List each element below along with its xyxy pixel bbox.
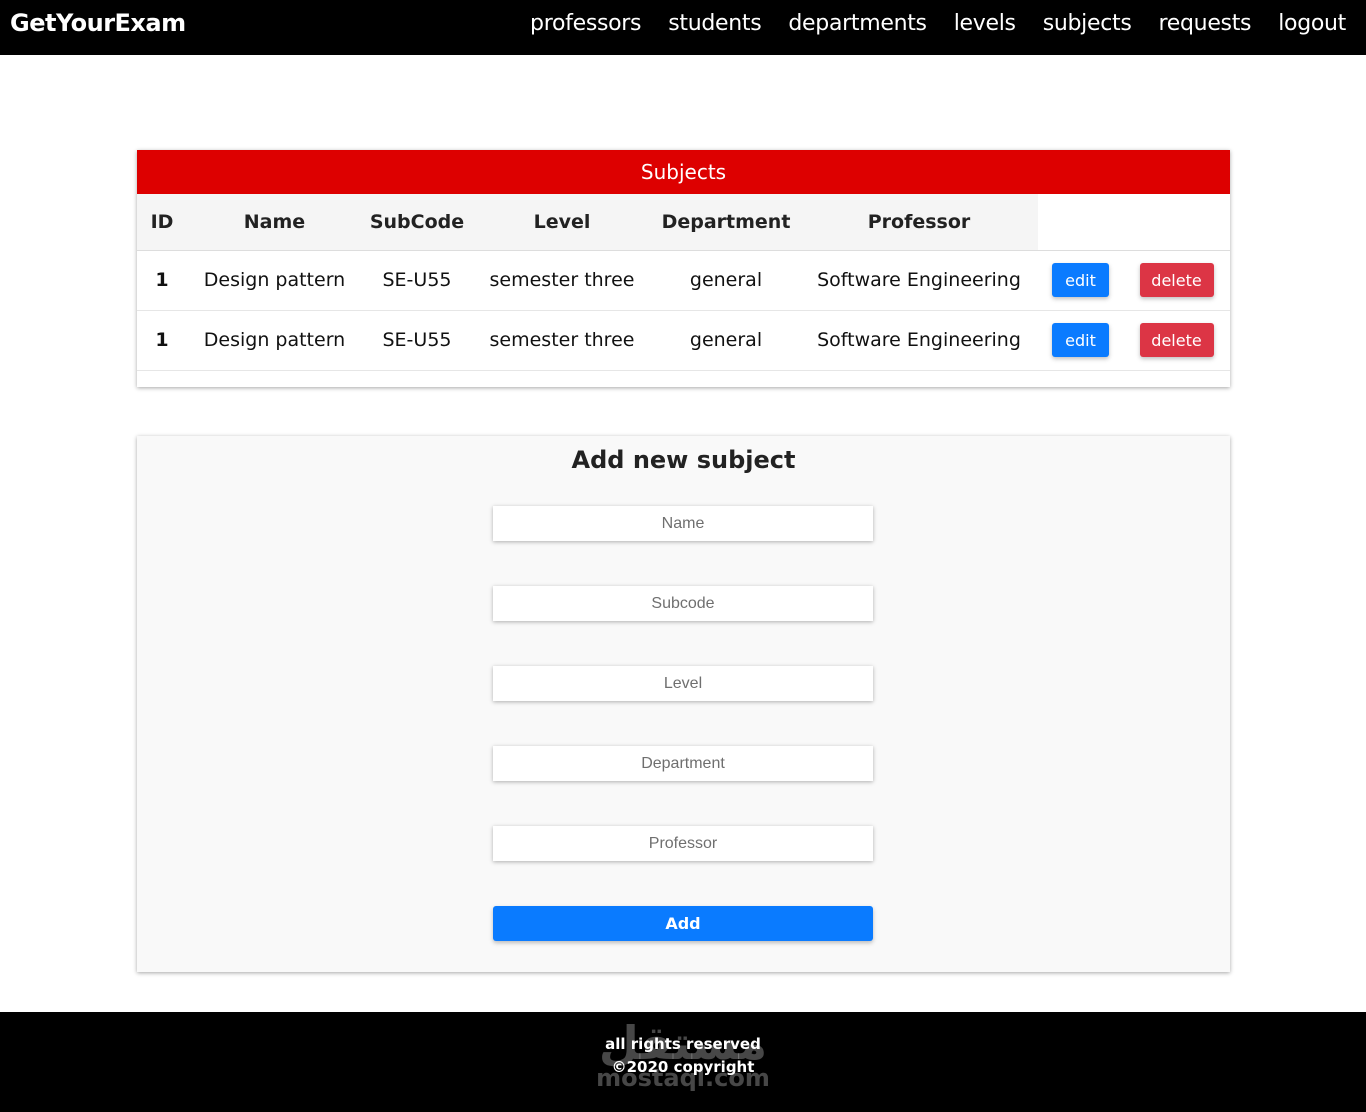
subjects-table-card: Subjects ID Name SubCode Level Departmen… <box>137 150 1230 387</box>
nav-link-levels[interactable]: levels <box>954 11 1016 36</box>
footer-copyright: ©2020 copyright <box>611 1058 755 1076</box>
subjects-table-title: Subjects <box>137 150 1230 194</box>
add-subject-title: Add new subject <box>571 446 796 474</box>
cell-id: 1 <box>137 250 187 311</box>
cell-edit: edit <box>1038 250 1123 311</box>
nav-link-subjects[interactable]: subjects <box>1043 11 1132 36</box>
cell-subcode: SE-U55 <box>362 310 472 371</box>
cell-subcode: SE-U55 <box>362 250 472 311</box>
add-button[interactable]: Add <box>493 906 873 941</box>
nav-link-professors[interactable]: professors <box>530 11 641 36</box>
header-department: Department <box>652 194 800 251</box>
edit-button[interactable]: edit <box>1052 263 1109 297</box>
edit-button[interactable]: edit <box>1052 323 1109 357</box>
cell-department: general <box>652 250 800 311</box>
top-navbar: GetYourExam professors students departme… <box>0 0 1366 55</box>
cell-id: 1 <box>137 310 187 371</box>
delete-button[interactable]: delete <box>1139 323 1214 357</box>
subcode-input[interactable] <box>493 586 873 621</box>
brand-logo[interactable]: GetYourExam <box>10 9 186 37</box>
header-name: Name <box>187 194 362 251</box>
footer-rights: all rights reserved <box>605 1035 761 1053</box>
table-row: 1 Design pattern SE-U55 semester three g… <box>137 310 1230 371</box>
header-subcode: SubCode <box>362 194 472 251</box>
header-delete-blank <box>1123 194 1230 251</box>
table-row: 1 Design pattern SE-U55 semester three g… <box>137 250 1230 311</box>
cell-department: general <box>652 310 800 371</box>
subjects-table: ID Name SubCode Level Department Profess… <box>137 194 1230 371</box>
cell-name: Design pattern <box>187 250 362 311</box>
professor-input[interactable] <box>493 826 873 861</box>
cell-edit: edit <box>1038 310 1123 371</box>
page-footer: مستقل mostaql.com all rights reserved ©2… <box>0 1012 1366 1112</box>
delete-button[interactable]: delete <box>1139 263 1214 297</box>
nav-link-requests[interactable]: requests <box>1159 11 1252 36</box>
add-subject-card: Add new subject Add <box>137 436 1230 972</box>
department-input[interactable] <box>493 746 873 781</box>
header-level: Level <box>472 194 652 251</box>
watermark-logo: مستقل mostaql.com <box>0 1020 1366 1090</box>
level-input[interactable] <box>493 666 873 701</box>
cell-name: Design pattern <box>187 310 362 371</box>
cell-level: semester three <box>472 310 652 371</box>
header-id: ID <box>137 194 187 251</box>
cell-professor: Software Engineering <box>800 310 1038 371</box>
cell-delete: delete <box>1123 250 1230 311</box>
nav-link-departments[interactable]: departments <box>788 11 927 36</box>
header-edit-blank <box>1038 194 1123 251</box>
nav-link-students[interactable]: students <box>668 11 761 36</box>
name-input[interactable] <box>493 506 873 541</box>
cell-delete: delete <box>1123 310 1230 371</box>
nav-links: professors students departments levels s… <box>530 11 1346 36</box>
table-header-row: ID Name SubCode Level Department Profess… <box>137 194 1230 251</box>
cell-level: semester three <box>472 250 652 311</box>
nav-link-logout[interactable]: logout <box>1278 11 1346 36</box>
cell-professor: Software Engineering <box>800 250 1038 311</box>
header-professor: Professor <box>800 194 1038 251</box>
